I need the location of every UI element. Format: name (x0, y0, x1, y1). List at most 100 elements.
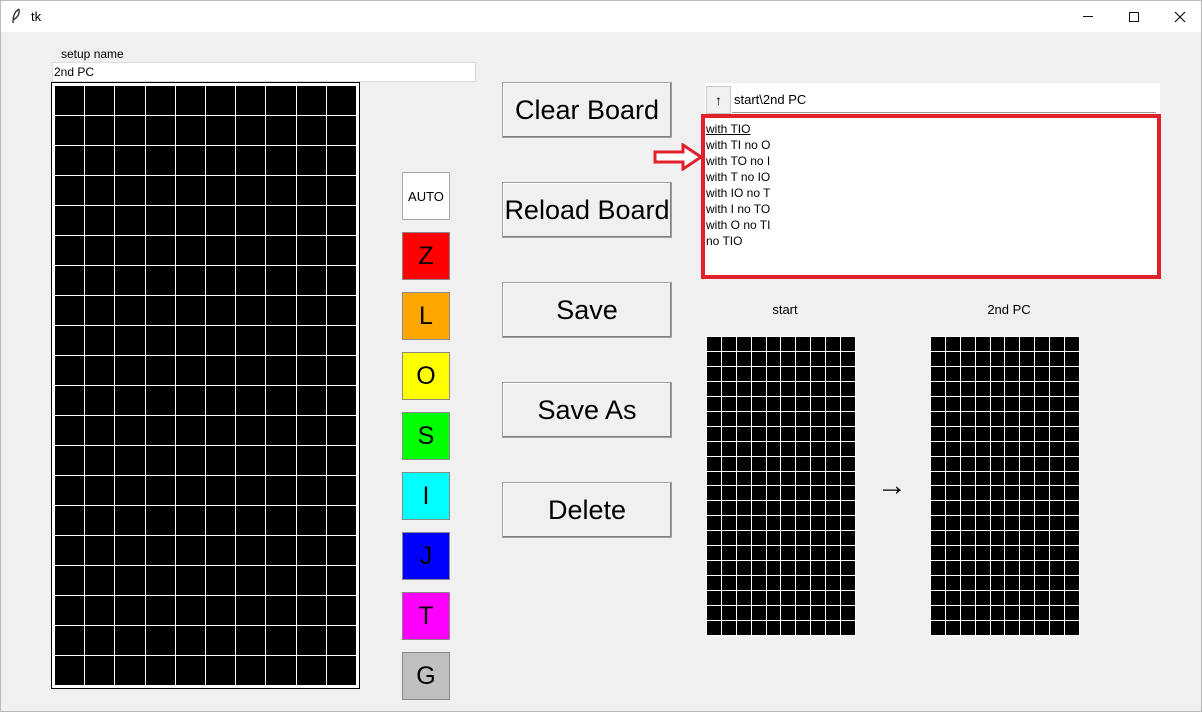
main-board-grid[interactable] (51, 82, 360, 689)
board-cell[interactable] (266, 416, 296, 445)
board-cell[interactable] (296, 236, 326, 265)
board-cell[interactable] (85, 116, 115, 145)
board-cell[interactable] (236, 236, 266, 265)
list-item[interactable]: with T no IO (706, 169, 1156, 185)
board-cell[interactable] (55, 566, 85, 595)
board-cell[interactable] (175, 296, 205, 325)
board-cell[interactable] (206, 326, 236, 355)
board-cell[interactable] (266, 266, 296, 295)
board-cell[interactable] (115, 296, 145, 325)
board-cell[interactable] (266, 326, 296, 355)
board-cell[interactable] (85, 536, 115, 565)
board-cell[interactable] (326, 176, 356, 205)
board-cell[interactable] (145, 536, 175, 565)
board-cell[interactable] (85, 236, 115, 265)
board-cell[interactable] (175, 476, 205, 505)
list-item[interactable]: no TIO (706, 233, 1156, 249)
piece-button-z[interactable]: Z (402, 232, 450, 280)
board-cell[interactable] (326, 596, 356, 625)
board-cell[interactable] (236, 386, 266, 415)
save-as-button[interactable]: Save As (502, 382, 672, 438)
board-cell[interactable] (115, 476, 145, 505)
board-cell[interactable] (236, 326, 266, 355)
board-cell[interactable] (145, 356, 175, 385)
board-cell[interactable] (236, 506, 266, 535)
board-cell[interactable] (55, 596, 85, 625)
board-cell[interactable] (145, 236, 175, 265)
list-item[interactable]: with TO no I (706, 153, 1156, 169)
board-cell[interactable] (206, 416, 236, 445)
board-cell[interactable] (145, 626, 175, 655)
board-cell[interactable] (175, 326, 205, 355)
board-cell[interactable] (85, 176, 115, 205)
board-cell[interactable] (145, 116, 175, 145)
board-cell[interactable] (266, 296, 296, 325)
board-cell[interactable] (326, 626, 356, 655)
board-cell[interactable] (206, 296, 236, 325)
board-cell[interactable] (115, 326, 145, 355)
board-cell[interactable] (115, 416, 145, 445)
board-cell[interactable] (145, 566, 175, 595)
board-cell[interactable] (296, 116, 326, 145)
board-cell[interactable] (236, 566, 266, 595)
board-cell[interactable] (145, 416, 175, 445)
board-cell[interactable] (55, 296, 85, 325)
board-cell[interactable] (115, 446, 145, 475)
board-cell[interactable] (206, 146, 236, 175)
board-cell[interactable] (236, 656, 266, 685)
board-cell[interactable] (266, 506, 296, 535)
board-cell[interactable] (85, 356, 115, 385)
board-cell[interactable] (175, 626, 205, 655)
close-button[interactable] (1157, 1, 1202, 32)
board-cell[interactable] (206, 386, 236, 415)
board-cell[interactable] (326, 386, 356, 415)
board-cell[interactable] (175, 116, 205, 145)
board-cell[interactable] (145, 86, 175, 115)
maximize-button[interactable] (1111, 1, 1157, 32)
board-cell[interactable] (296, 326, 326, 355)
board-cell[interactable] (236, 416, 266, 445)
board-cell[interactable] (296, 176, 326, 205)
board-cell[interactable] (55, 176, 85, 205)
board-cell[interactable] (236, 266, 266, 295)
board-cell[interactable] (115, 206, 145, 235)
piece-button-auto[interactable]: AUTO (402, 172, 450, 220)
board-cell[interactable] (236, 206, 266, 235)
board-cell[interactable] (115, 656, 145, 685)
board-cell[interactable] (115, 596, 145, 625)
save-button[interactable]: Save (502, 282, 672, 338)
piece-button-g[interactable]: G (402, 652, 450, 700)
board-cell[interactable] (296, 206, 326, 235)
board-cell[interactable] (296, 446, 326, 475)
board-cell[interactable] (55, 476, 85, 505)
board-cell[interactable] (145, 326, 175, 355)
board-cell[interactable] (145, 476, 175, 505)
list-item[interactable]: with TIO (706, 121, 1156, 137)
board-cell[interactable] (55, 416, 85, 445)
board-cell[interactable] (55, 356, 85, 385)
up-directory-button[interactable]: ↑ (706, 86, 731, 114)
board-cell[interactable] (115, 356, 145, 385)
board-cell[interactable] (175, 656, 205, 685)
minimize-button[interactable] (1065, 1, 1111, 32)
board-cell[interactable] (55, 446, 85, 475)
board-cell[interactable] (85, 146, 115, 175)
board-cell[interactable] (326, 506, 356, 535)
board-cell[interactable] (55, 206, 85, 235)
board-cell[interactable] (296, 656, 326, 685)
board-cell[interactable] (145, 506, 175, 535)
board-cell[interactable] (266, 476, 296, 505)
board-cell[interactable] (115, 86, 145, 115)
board-cell[interactable] (55, 266, 85, 295)
piece-button-j[interactable]: J (402, 532, 450, 580)
board-cell[interactable] (236, 176, 266, 205)
board-cell[interactable] (296, 86, 326, 115)
board-cell[interactable] (326, 656, 356, 685)
board-cell[interactable] (296, 566, 326, 595)
board-cell[interactable] (85, 566, 115, 595)
board-cell[interactable] (206, 236, 236, 265)
board-cell[interactable] (266, 146, 296, 175)
board-cell[interactable] (326, 536, 356, 565)
board-cell[interactable] (326, 416, 356, 445)
board-cell[interactable] (85, 596, 115, 625)
